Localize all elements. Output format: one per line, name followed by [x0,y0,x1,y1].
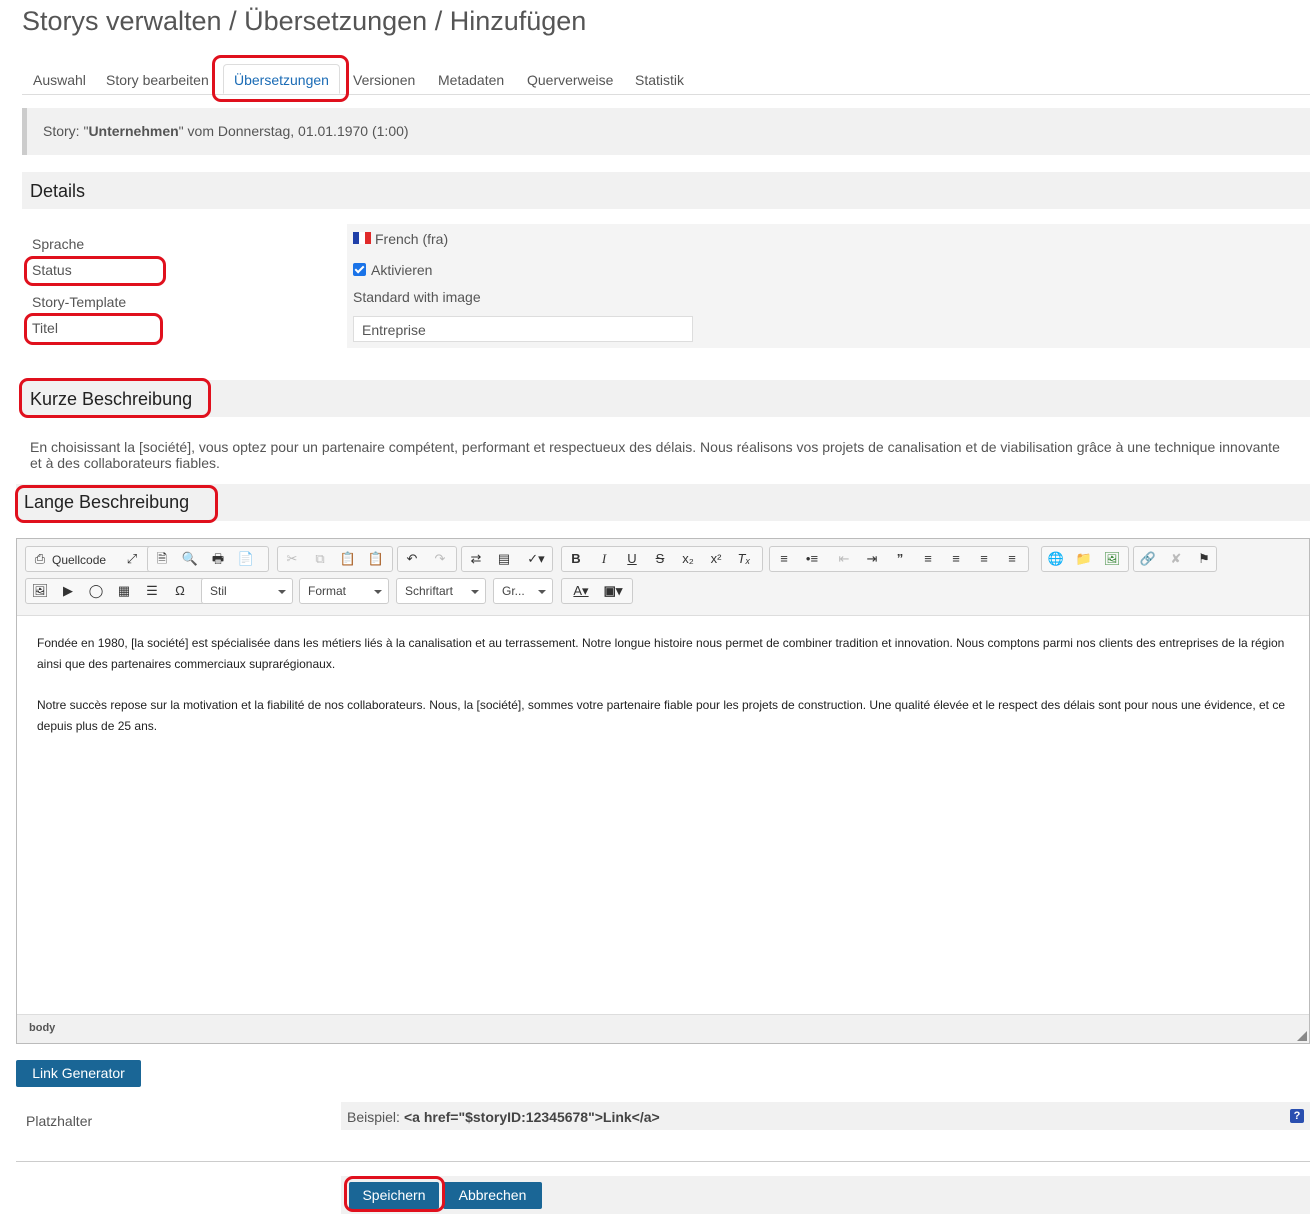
titel-input[interactable]: Entreprise [353,316,693,342]
strikethrough-icon[interactable]: S [650,550,670,568]
cancel-button[interactable]: Abbrechen [443,1182,542,1209]
bold-icon[interactable]: B [566,550,586,568]
indent-icon[interactable]: ⇥ [862,550,882,568]
platzhalter-area: Beispiel: <a href="$storyID:12345678">Li… [341,1102,1310,1130]
undo-icon[interactable]: ↶ [402,550,422,568]
align-center-icon[interactable]: ≡ [946,550,966,568]
story-info-suffix: " vom Donnerstag, 01.01.1970 (1:00) [178,123,409,139]
story-name: Unternehmen [88,123,179,139]
details-section-header: Details [22,172,1310,209]
paste-text-icon[interactable]: 📋 [366,550,386,568]
page-title: Storys verwalten / Übersetzungen / Hinzu… [22,6,587,36]
editor-paragraph-1[interactable]: Fondée en 1980, [la société] est spécial… [37,633,1297,675]
resize-handle-icon[interactable] [1297,1031,1307,1041]
lange-heading: Lange Beschreibung [24,492,190,512]
sprache-label: Sprache [32,236,85,252]
horizontal-rule-icon[interactable]: ☰ [142,582,162,600]
editor-toolbar: ⎙ Quellcode ⤢ 🗎 🔍 🖶 📄 ✂ ⧉ 📋 📋 ↶ ↷ ⇄ ▤ ✓▾… [17,539,1309,616]
unlink-icon[interactable]: ✘ [1166,550,1186,568]
editor-content[interactable]: Fondée en 1980, [la société] est spécial… [37,633,1297,757]
titel-label: Titel [32,320,58,336]
editor-paragraph-2[interactable]: Notre succès repose sur la motivation et… [37,695,1297,737]
remove-format-icon[interactable]: Tₓ [734,550,754,568]
bullet-list-icon[interactable]: •≡ [802,550,822,568]
superscript-icon[interactable]: x² [706,550,726,568]
align-left-icon[interactable]: ≡ [918,550,938,568]
stil-dropdown[interactable]: Stil [201,578,293,604]
tab-metadaten[interactable]: Metadaten [438,72,504,88]
save-button[interactable]: Speichern [349,1182,439,1209]
image-icon[interactable]: 🖼 [30,582,50,600]
find-replace-icon[interactable]: ⇄ [466,550,486,568]
aktivieren-label[interactable]: Aktivieren [371,262,432,278]
editor-status-bar: body [17,1014,1309,1043]
story-template-value: Standard with image [353,289,481,305]
aktivieren-checkbox[interactable] [353,263,366,276]
story-info-bar: Story: "Unternehmen" vom Donnerstag, 01.… [22,108,1310,155]
globe-link-icon[interactable]: 🌐 [1046,550,1066,568]
justify-icon[interactable]: ≡ [1002,550,1022,568]
schriftart-dropdown[interactable]: Schriftart [396,578,486,604]
tab-statistik[interactable]: Statistik [635,72,684,88]
tab-versionen[interactable]: Versionen [353,72,415,88]
link-icon[interactable]: 🔗 [1138,550,1158,568]
french-flag-icon [353,232,371,244]
cut-icon[interactable]: ✂ [282,550,302,568]
flash-icon[interactable]: ◯ [86,582,106,600]
print-icon[interactable]: 🖶 [208,550,228,568]
align-right-icon[interactable]: ≡ [974,550,994,568]
kurze-beschreibung-text[interactable]: En choisissant la [société], vous optez … [30,439,1290,471]
source-icon: ⎙ [34,551,46,566]
special-char-icon[interactable]: Ω [170,582,190,600]
link-generator-button[interactable]: Link Generator [16,1060,141,1087]
subscript-icon[interactable]: x₂ [678,550,698,568]
spellcheck-icon[interactable]: ✓▾ [522,550,550,568]
italic-icon[interactable]: I [594,550,614,568]
footer-divider [16,1161,1310,1162]
tab-bar: Auswahl Story bearbeiten Übersetzungen V… [22,64,1310,95]
status-label: Status [32,262,72,278]
story-template-label: Story-Template [32,294,127,310]
tab-story-bearbeiten[interactable]: Story bearbeiten [106,72,209,88]
story-info-prefix: Story: " [43,123,89,139]
outdent-icon[interactable]: ⇤ [834,550,854,568]
kurze-section-header: Kurze Beschreibung [22,380,1310,417]
blockquote-icon[interactable]: ” [890,550,910,568]
platzhalter-example-code: <a href="$storyID:12345678">Link</a> [404,1109,660,1125]
copy-icon[interactable]: ⧉ [310,550,330,568]
insert-file-icon[interactable]: 📁 [1074,550,1094,568]
tab-uebersetzungen[interactable]: Übersetzungen [223,64,340,94]
kurze-heading: Kurze Beschreibung [30,389,193,409]
lange-section-header: Lange Beschreibung [16,484,1310,521]
preview-icon[interactable]: 🔍 [180,550,200,568]
element-path[interactable]: body [29,1022,55,1034]
paste-icon[interactable]: 📋 [338,550,358,568]
details-heading: Details [30,181,86,201]
numbered-list-icon[interactable]: ≡ [774,550,794,568]
youtube-icon[interactable]: ▶ [58,582,78,600]
platzhalter-label: Platzhalter [26,1113,93,1129]
sprache-value: French (fra) [375,231,449,247]
rich-text-editor[interactable]: ⎙ Quellcode ⤢ 🗎 🔍 🖶 📄 ✂ ⧉ 📋 📋 ↶ ↷ ⇄ ▤ ✓▾… [16,538,1310,1044]
select-all-icon[interactable]: ▤ [494,550,514,568]
text-color-icon[interactable]: A▾ [568,582,594,600]
platzhalter-example-prefix: Beispiel: [347,1109,400,1125]
templates-icon[interactable]: 📄 [236,550,256,568]
redo-icon[interactable]: ↷ [430,550,450,568]
background-color-icon[interactable]: ▣▾ [600,582,626,600]
tab-auswahl[interactable]: Auswahl [33,72,86,88]
anchor-flag-icon[interactable]: ⚑ [1194,550,1214,568]
insert-image-link-icon[interactable]: 🖼 [1102,550,1122,568]
format-dropdown[interactable]: Format [299,578,389,604]
source-button[interactable]: Quellcode [52,553,106,567]
underline-icon[interactable]: U [622,550,642,568]
table-icon[interactable]: ▦ [114,582,134,600]
maximize-icon[interactable]: ⤢ [122,550,142,568]
help-icon[interactable]: ? [1290,1109,1304,1123]
new-page-icon[interactable]: 🗎 [152,550,172,568]
tab-querverweise[interactable]: Querverweise [527,72,613,88]
groesse-dropdown[interactable]: Gr... [493,578,553,604]
